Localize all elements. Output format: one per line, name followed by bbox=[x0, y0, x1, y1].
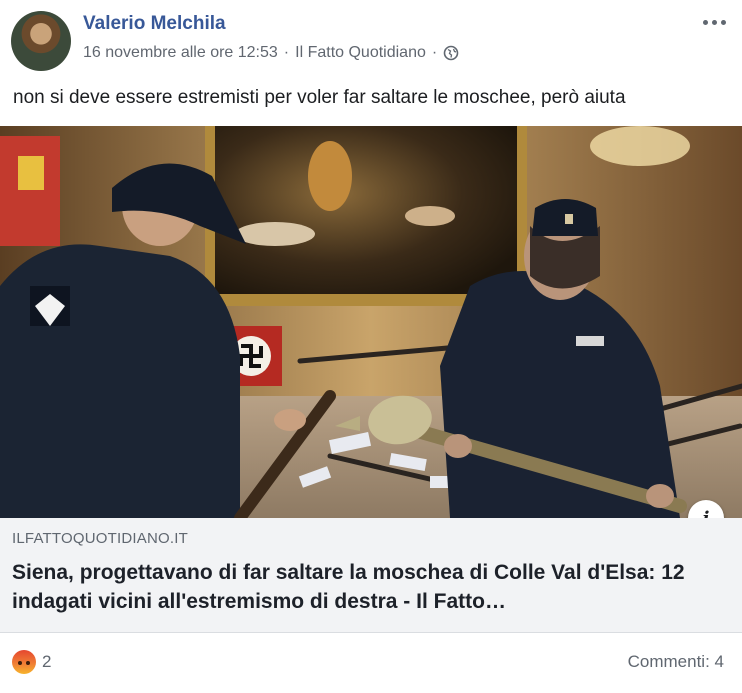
link-caption[interactable]: ILFATTOQUOTIDIANO.IT Siena, progettavano… bbox=[0, 518, 742, 633]
post-text: non si deve essere estremisti per voler … bbox=[13, 87, 626, 108]
angry-reaction-icon bbox=[12, 650, 36, 674]
author-avatar[interactable] bbox=[11, 11, 71, 71]
post-meta: 16 novembre alle ore 12:53 · Il Fatto Qu… bbox=[83, 44, 459, 62]
reactions-summary[interactable]: 2 bbox=[12, 650, 51, 674]
more-options-icon[interactable] bbox=[700, 12, 728, 32]
meta-separator-2: · bbox=[431, 44, 438, 61]
post-date[interactable]: 16 novembre alle ore 12:53 bbox=[83, 44, 278, 62]
via-page[interactable]: Il Fatto Quotidiano bbox=[295, 44, 426, 62]
globe-icon[interactable] bbox=[443, 45, 459, 61]
facebook-post: Valerio Melchila 16 novembre alle ore 12… bbox=[0, 0, 742, 693]
comments-count[interactable]: Commenti: 4 bbox=[628, 652, 724, 672]
link-domain: ILFATTOQUOTIDIANO.IT bbox=[12, 530, 188, 547]
link-preview-image[interactable] bbox=[0, 126, 742, 518]
link-headline[interactable]: Siena, progettavano di far saltare la mo… bbox=[12, 558, 712, 616]
author-name[interactable]: Valerio Melchila bbox=[83, 13, 226, 35]
reaction-count: 2 bbox=[42, 652, 52, 671]
meta-separator: · bbox=[283, 44, 290, 61]
